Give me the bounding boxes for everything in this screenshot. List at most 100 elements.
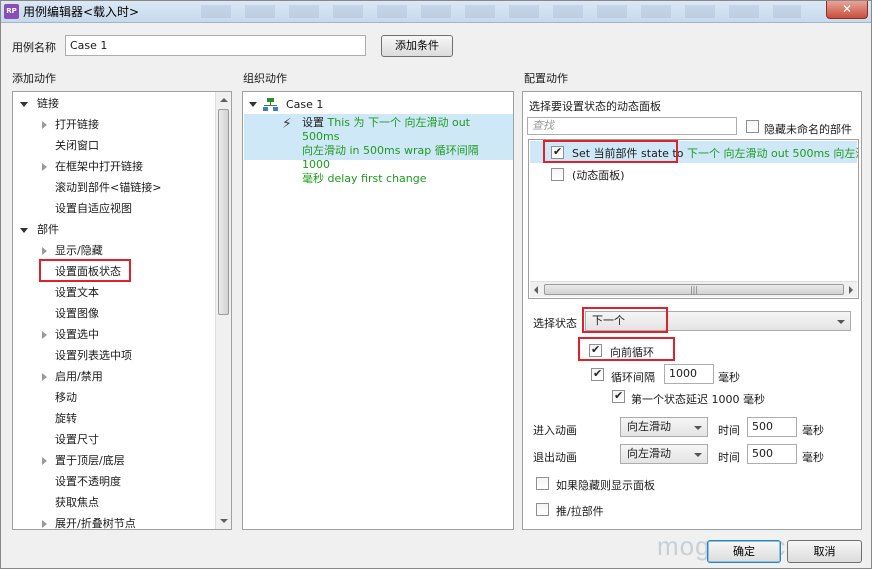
tree-item-label: 旋转 xyxy=(55,412,77,425)
tree-item-label: 置于顶层/底层 xyxy=(55,454,125,467)
tree-item-rotate[interactable]: 旋转 xyxy=(13,409,213,429)
select-state-label: 选择状态 xyxy=(533,317,577,330)
list-row-label: (动态面板) xyxy=(572,169,625,182)
tree-item-show-hide[interactable]: 显示/隐藏 xyxy=(13,241,213,261)
loop-interval-input[interactable]: 1000 xyxy=(664,364,714,384)
enter-time-label: 时间 xyxy=(718,424,740,437)
search-input[interactable]: 查找 xyxy=(527,117,737,135)
tree-item-label: 启用/禁用 xyxy=(55,370,103,383)
scroll-right-icon xyxy=(849,286,853,294)
first-delay-label: 第一个状态延迟 1000 毫秒 xyxy=(631,393,765,406)
tree-item-label: 在框架中打开链接 xyxy=(55,160,143,173)
tree-item-label: 关闭窗口 xyxy=(55,139,99,152)
tree-item-label: 移动 xyxy=(55,391,77,404)
tree-item-set-selected[interactable]: 设置选中 xyxy=(13,325,213,345)
tree-item-label: 设置尺寸 xyxy=(55,433,99,446)
list-row-dynamic-panel[interactable]: (动态面板) xyxy=(530,164,857,186)
tree-group-widgets[interactable]: 部件 xyxy=(13,220,213,240)
tree-item-label: 设置自适应视图 xyxy=(55,202,132,215)
scroll-left-icon xyxy=(534,286,538,294)
tree-item-set-size[interactable]: 设置尺寸 xyxy=(13,430,213,450)
action-detail-2: 向左滑动 in 500ms wrap 循环间隔 1000 xyxy=(302,144,479,171)
action-set-panel-state[interactable]: ⚡ 设置 This 为 下一个 向左滑动 out 500ms 向左滑动 in 5… xyxy=(244,114,513,185)
hide-unnamed-checkbox[interactable] xyxy=(746,120,759,133)
tree-item-move[interactable]: 移动 xyxy=(13,388,213,408)
tree-item-label: 获取焦点 xyxy=(55,496,99,509)
enter-time-unit: 毫秒 xyxy=(802,424,824,437)
tree-item-label: 滚动到部件<锚链接> xyxy=(55,181,162,194)
list-row-detail: 下一个 向左滑动 out 500ms 向左滑动 xyxy=(686,147,859,160)
expand-icon xyxy=(42,247,47,255)
chevron-down-icon xyxy=(694,453,702,457)
tree-item-expand-collapse-tree[interactable]: 展开/折叠树节点 xyxy=(13,514,213,530)
action-prefix: 设置 xyxy=(302,116,328,129)
tree-item-set-text[interactable]: 设置文本 xyxy=(13,283,213,303)
exit-anim-dropdown[interactable]: 向左滑动 xyxy=(620,444,708,464)
list-hscrollbar[interactable]: ||| xyxy=(530,281,857,297)
tree-item-label: 展开/折叠树节点 xyxy=(55,517,136,530)
case-name-input[interactable]: Case 1 xyxy=(65,35,366,56)
enter-time-input[interactable]: 500 xyxy=(747,417,797,437)
tree-item-label: 设置列表选中项 xyxy=(55,349,132,362)
expand-icon xyxy=(42,373,47,381)
tree-group-label: 部件 xyxy=(37,223,59,236)
add-actions-tree: 链接 打开链接 关闭窗口 在框架中打开链接 滚动到部件<锚链接> 设置自适应视图… xyxy=(12,91,232,530)
push-pull-label: 推/拉部件 xyxy=(556,505,604,518)
exit-anim-value: 向左滑动 xyxy=(627,447,671,460)
tree-item-set-list-selection[interactable]: 设置列表选中项 xyxy=(13,346,213,366)
expand-icon xyxy=(42,331,47,339)
action-description: 设置 This 为 下一个 向左滑动 out 500ms 向左滑动 in 500… xyxy=(302,116,507,186)
collapse-icon xyxy=(20,102,28,107)
enter-anim-value: 向左滑动 xyxy=(627,420,671,433)
scroll-down-icon xyxy=(220,519,228,523)
tree-group-label: 链接 xyxy=(37,97,59,110)
chevron-down-icon xyxy=(837,320,845,324)
tree-item-set-image[interactable]: 设置图像 xyxy=(13,304,213,324)
organize-actions-panel: Case 1 ⚡ 设置 This 为 下一个 向左滑动 out 500ms 向左… xyxy=(242,91,514,530)
tree-group-links[interactable]: 链接 xyxy=(13,94,213,114)
app-icon: RP xyxy=(4,4,19,19)
close-icon: ✕ xyxy=(841,2,853,16)
tree-scrollbar[interactable] xyxy=(215,92,231,529)
tree-item-open-link[interactable]: 打开链接 xyxy=(13,115,213,135)
ok-button[interactable]: 确定 xyxy=(707,540,781,563)
expand-icon xyxy=(42,520,47,528)
show-if-hidden-checkbox[interactable] xyxy=(536,477,549,490)
tree-item-bring-front-back[interactable]: 置于顶层/底层 xyxy=(13,451,213,471)
highlight-set-panel-state xyxy=(39,259,131,282)
action-detail-1: This 为 下一个 向左滑动 out 500ms xyxy=(302,116,470,143)
exit-time-input[interactable]: 500 xyxy=(747,444,797,464)
collapse-icon xyxy=(249,102,257,107)
highlight-current-widget xyxy=(543,140,678,163)
tree-item-get-focus[interactable]: 获取焦点 xyxy=(13,493,213,513)
tree-item-label: 打开链接 xyxy=(55,118,99,131)
highlight-select-state xyxy=(582,307,668,333)
add-condition-button[interactable]: 添加条件 xyxy=(381,35,453,57)
case-label: Case 1 xyxy=(286,98,324,111)
hide-unnamed-label: 隐藏未命名的部件 xyxy=(764,123,852,136)
organize-actions-heading: 组织动作 xyxy=(243,72,287,85)
scroll-up-icon xyxy=(220,98,228,102)
tree-item-open-in-frame[interactable]: 在框架中打开链接 xyxy=(13,157,213,177)
configure-actions-heading: 配置动作 xyxy=(524,72,568,85)
loop-interval-checkbox[interactable] xyxy=(591,367,604,381)
tree-item-scroll-to-widget[interactable]: 滚动到部件<锚链接> xyxy=(13,178,213,198)
tree-item-label: 设置图像 xyxy=(55,307,99,320)
tree-item-enable-disable[interactable]: 启用/禁用 xyxy=(13,367,213,387)
select-panel-label: 选择要设置状态的动态面板 xyxy=(529,100,661,113)
scroll-thumb[interactable] xyxy=(218,109,229,315)
dynamic-panel-checkbox[interactable] xyxy=(551,168,564,181)
tree-item-close-window[interactable]: 关闭窗口 xyxy=(13,136,213,156)
enter-anim-dropdown[interactable]: 向左滑动 xyxy=(620,417,708,437)
tree-item-set-opacity[interactable]: 设置不透明度 xyxy=(13,472,213,492)
cancel-button[interactable]: 取消 xyxy=(787,540,862,563)
close-button[interactable]: ✕ xyxy=(826,1,868,19)
panel-list: Set 当前部件 state to 下一个 向左滑动 out 500ms 向左滑… xyxy=(528,139,859,299)
scroll-thumb[interactable]: ||| xyxy=(544,284,844,295)
tree-item-set-adaptive-view[interactable]: 设置自适应视图 xyxy=(13,199,213,219)
lightning-icon: ⚡ xyxy=(282,116,292,132)
expand-icon xyxy=(42,457,47,465)
exit-anim-label: 退出动画 xyxy=(533,451,577,464)
push-pull-checkbox[interactable] xyxy=(536,503,549,516)
first-delay-checkbox[interactable] xyxy=(612,389,625,403)
